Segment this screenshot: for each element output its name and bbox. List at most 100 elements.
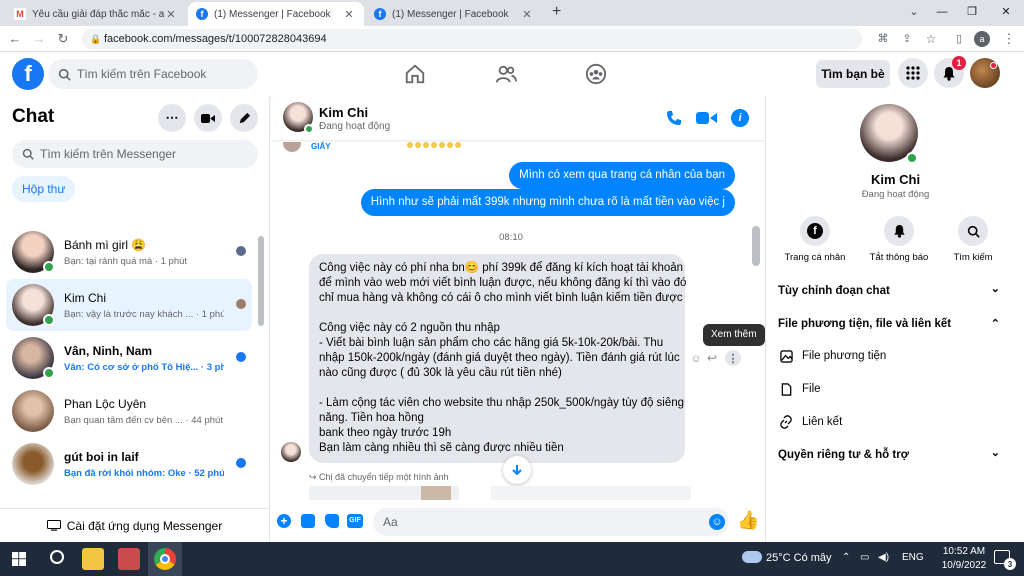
network-icon[interactable]: ▭: [860, 552, 869, 563]
tab-title: Yêu cầu giải đáp thắc mắc - anhtr: [32, 8, 164, 20]
more-icon[interactable]: ⋮: [725, 350, 741, 366]
new-tab-button[interactable]: +: [552, 3, 561, 21]
close-window-icon[interactable]: ✕: [988, 2, 1024, 22]
tab-gmail[interactable]: M Yêu cầu giải đáp thắc mắc - anhtr ✕: [6, 2, 186, 26]
new-message-button[interactable]: [230, 104, 258, 132]
message-bubble-incoming[interactable]: Công việc này có phí nha bn😊 phí 399k để…: [309, 254, 686, 463]
facebook-search[interactable]: Tìm kiếm trên Facebook: [48, 59, 258, 89]
message-line: [319, 381, 675, 396]
avatar: [12, 443, 54, 485]
video-call-icon[interactable]: [696, 111, 718, 125]
facebook-icon: f: [374, 8, 386, 20]
menu-grid-button[interactable]: [898, 58, 928, 88]
info-icon[interactable]: i: [731, 109, 749, 127]
media-item-links[interactable]: Liên kết: [778, 412, 1000, 432]
scroll-down-button[interactable]: [503, 456, 531, 484]
forwarded-image-thumb: [421, 486, 451, 500]
windows-taskbar: 25°C Có mây ⌃ ▭ ◀) ENG 10:52 AM 10/9/202…: [0, 542, 1024, 576]
file-explorer-icon[interactable]: [82, 548, 104, 570]
sticker-icon[interactable]: [325, 514, 339, 528]
inbox-tab[interactable]: Hộp thư: [12, 176, 76, 202]
profile-avatar[interactable]: a: [974, 31, 990, 47]
media-item-files[interactable]: File: [778, 379, 1000, 399]
conversation-item[interactable]: Bánh mì girl 😩 Bạn: tại rảnh quá mà · 1 p…: [6, 226, 252, 278]
clock-time[interactable]: 10:52 AM: [940, 546, 988, 557]
tray-arrow-icon[interactable]: ⌃: [842, 552, 850, 563]
url-field[interactable]: 🔒 facebook.com/messages/t/10007282804369…: [82, 29, 862, 49]
facebook-logo-icon[interactable]: f: [12, 58, 44, 90]
install-messenger-link[interactable]: Cài đặt ứng dụng Messenger: [0, 508, 269, 542]
language-indicator[interactable]: ENG: [902, 552, 924, 563]
emoji-icon[interactable]: ☺: [709, 514, 725, 530]
media-files-row[interactable]: File phương tiện, file và liên kết ⌃: [778, 313, 1000, 335]
reload-icon[interactable]: ↻: [54, 30, 72, 48]
gif-icon[interactable]: GIF: [347, 514, 363, 528]
volume-icon[interactable]: ◀): [878, 552, 889, 563]
add-icon[interactable]: +: [277, 514, 291, 528]
conversation-name: Bánh mì girl 😩: [64, 237, 147, 252]
more-options-icon[interactable]: ⋯: [158, 104, 186, 132]
seen-avatar: [236, 246, 246, 256]
clock-date[interactable]: 10/9/2022: [940, 560, 988, 571]
conversation-item[interactable]: Phan Lộc Uyên Bạn quan tâm đến cv bên ...…: [6, 385, 252, 437]
video-room-button[interactable]: [194, 104, 222, 132]
forwarded-image-preview-2: [491, 486, 691, 500]
message-input[interactable]: Aa: [373, 508, 729, 536]
contact-name[interactable]: Kim Chi: [319, 105, 368, 120]
back-icon[interactable]: ←: [6, 30, 24, 48]
media-item-media[interactable]: File phương tiện: [778, 346, 1000, 366]
groups-icon[interactable]: [585, 63, 607, 85]
partial-label: GIẤY: [311, 142, 331, 151]
share-icon[interactable]: ⇪: [898, 30, 916, 48]
message-bubble-outgoing[interactable]: Hình như sẽ phải mất 399k nhưng mình chư…: [360, 189, 735, 216]
react-icon[interactable]: ☺: [689, 352, 703, 366]
menu-icon[interactable]: ⋮: [1000, 30, 1018, 48]
conversation-pane: Kim Chi Đang hoạt động i GIẤY Mình có xe…: [271, 96, 765, 542]
like-icon[interactable]: 👍: [737, 510, 759, 531]
tab-messenger[interactable]: f (1) Messenger | Facebook ✕: [366, 2, 542, 26]
side-panel-icon[interactable]: ▯: [950, 30, 968, 48]
friends-icon[interactable]: [495, 63, 517, 85]
message-line: - Làm cộng tác viên cho website thu nhập…: [319, 397, 685, 409]
find-friends-button[interactable]: Tìm bạn bè: [816, 60, 890, 88]
conversation-snippet: Bạn đã rời khỏi nhóm: Oke · 52 phút: [64, 467, 224, 479]
close-icon[interactable]: ✕: [520, 8, 534, 21]
conversation-item[interactable]: Vân, Ninh, Nam Vân: Có cơ sở ở phố Tô Hiệ…: [6, 332, 252, 384]
weather-text[interactable]: 25°C Có mây: [766, 552, 832, 564]
online-indicator: [304, 124, 314, 134]
messenger-search[interactable]: Tìm kiếm trên Messenger: [12, 140, 258, 168]
message-line: - Viết bài bình luận sản phẩm cho các hã…: [319, 337, 664, 349]
conversation-item[interactable]: gút boi in laif Bạn đã rời khỏi nhóm: Oke…: [6, 438, 252, 490]
app-icon[interactable]: [118, 548, 140, 570]
phone-icon[interactable]: [666, 110, 682, 126]
conversation-item-selected[interactable]: Kim Chi Bạn: vậy là trước nay khách ... ·…: [6, 279, 252, 331]
home-icon[interactable]: [404, 63, 426, 85]
customize-chat-row[interactable]: Tùy chỉnh đoạn chat ⌄: [778, 280, 1000, 302]
tab-title: (1) Messenger | Facebook: [392, 8, 509, 20]
privacy-support-row[interactable]: Quyền riêng tư & hỗ trợ ⌄: [778, 444, 1000, 466]
tab-messenger-active[interactable]: f (1) Messenger | Facebook ✕: [188, 2, 364, 26]
gmail-icon: M: [14, 8, 26, 20]
restore-icon[interactable]: ❐: [954, 2, 990, 22]
photo-icon[interactable]: [301, 514, 315, 528]
close-icon[interactable]: ✕: [164, 8, 178, 21]
profile-action-mute[interactable]: Tắt thông báo: [864, 216, 934, 263]
forward-icon[interactable]: →: [30, 30, 48, 48]
translate-icon[interactable]: ⌘: [874, 30, 892, 48]
conversation-scrollbar[interactable]: [752, 226, 760, 266]
profile-action-search[interactable]: Tìm kiếm: [938, 216, 1008, 263]
conversation-name: Kim Chi: [64, 290, 107, 305]
star-icon[interactable]: ☆: [922, 30, 940, 48]
facebook-header: f Tìm kiếm trên Facebook Tìm bạn bè 1: [0, 52, 1024, 96]
message-text: Hình như sẽ phải mất 399k nhưng mình chư…: [370, 196, 725, 208]
conversation-header: Kim Chi Đang hoạt động i: [271, 96, 765, 140]
reply-icon[interactable]: ↩: [707, 351, 717, 365]
action-label: Tắt thông báo: [869, 252, 929, 263]
search-icon[interactable]: [50, 550, 64, 564]
desktop-icon: [46, 520, 61, 531]
windows-start-icon[interactable]: [12, 552, 26, 566]
message-bubble-outgoing[interactable]: Mình có xem qua trang cá nhân của bạn: [509, 162, 735, 189]
close-icon[interactable]: ✕: [342, 8, 356, 21]
profile-action-page[interactable]: f Trang cá nhân: [780, 216, 850, 263]
sidebar-scrollbar[interactable]: [258, 236, 264, 326]
